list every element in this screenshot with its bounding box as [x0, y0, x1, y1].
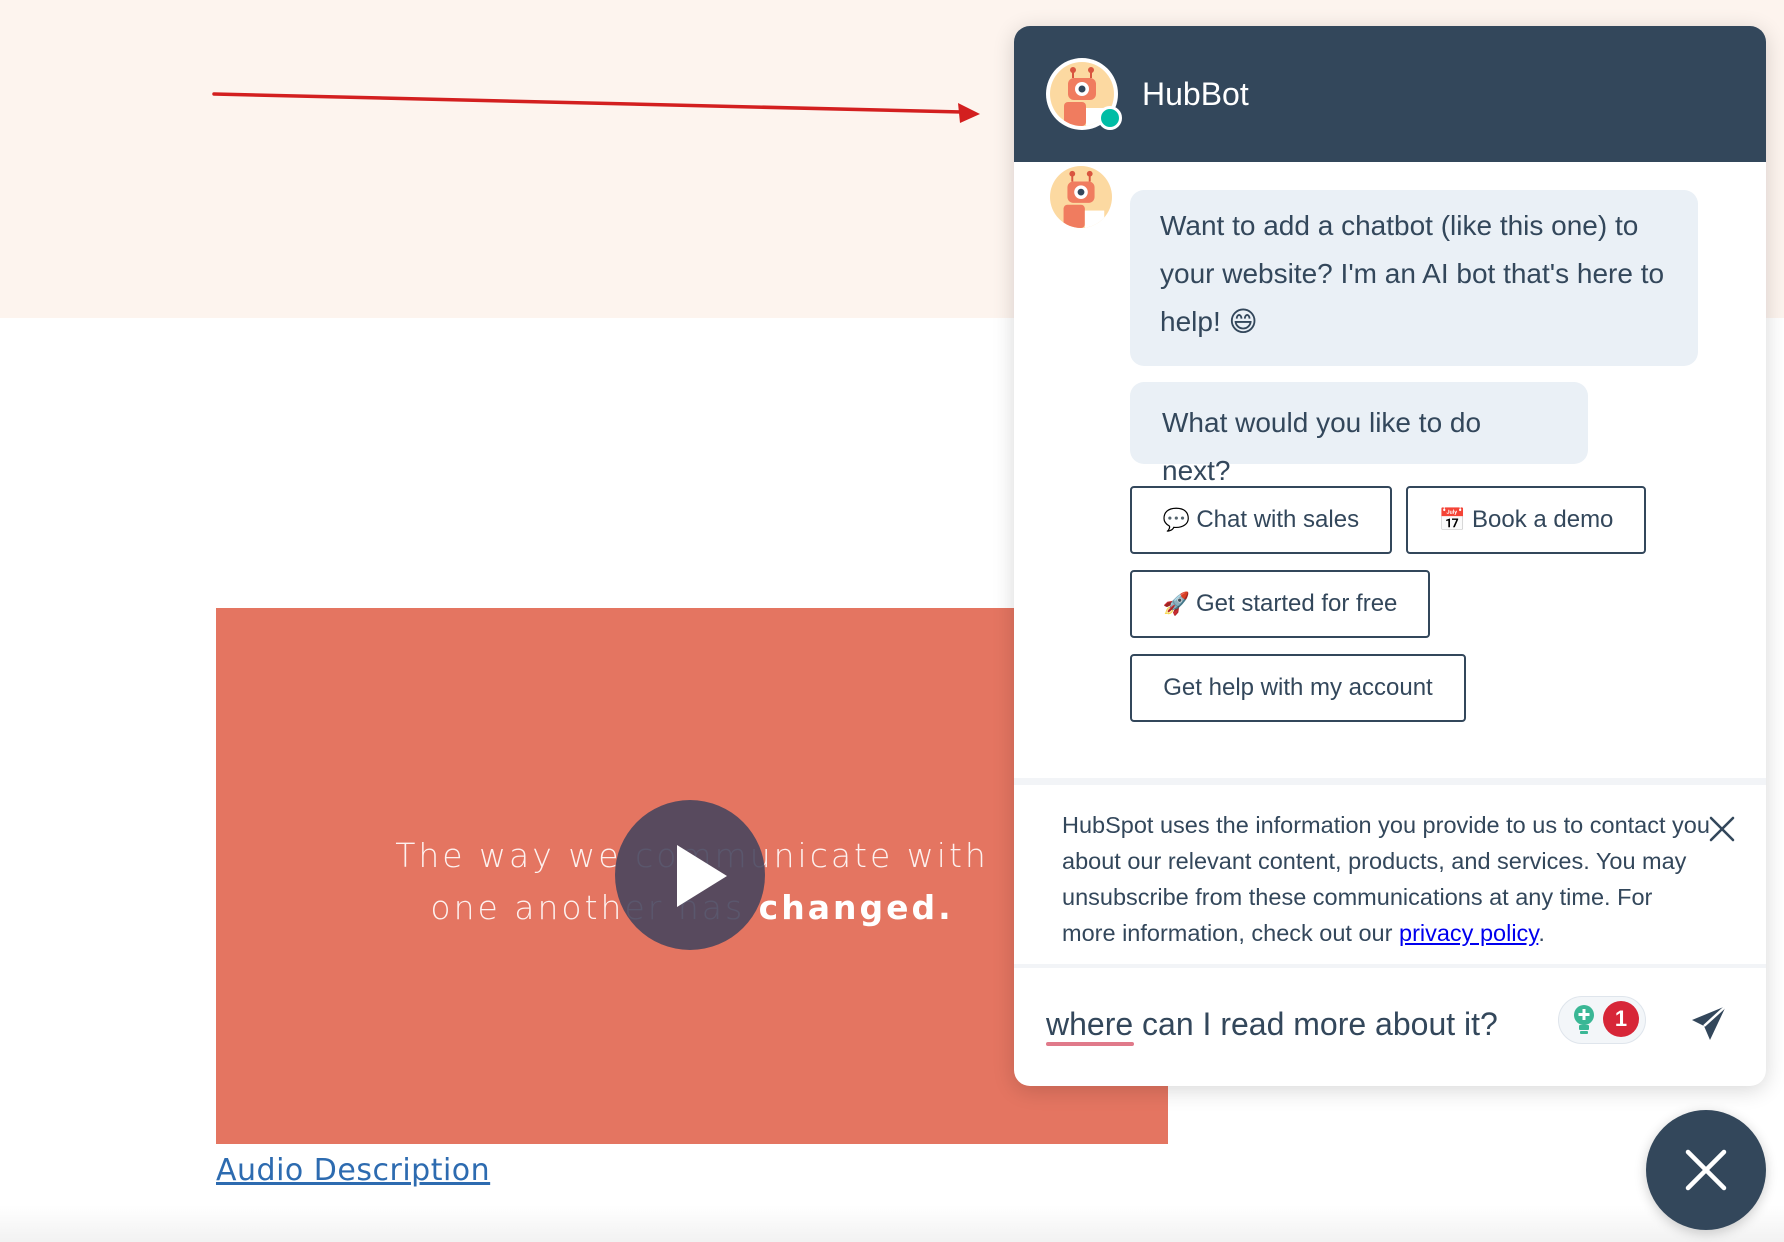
play-icon — [677, 845, 727, 907]
spellcheck-underline — [1046, 1042, 1134, 1046]
lightbulb-icon — [1574, 1005, 1594, 1034]
chat-header: HubBot — [1014, 26, 1766, 162]
quick-reply-label: Get started for free — [1195, 590, 1398, 617]
robot-avatar-icon — [1063, 170, 1105, 228]
account-help-button[interactable]: Get help with my account — [1130, 654, 1466, 722]
bot-message-bubble: Want to add a chatbot (like this one) to… — [1130, 190, 1698, 366]
privacy-notice: HubSpot uses the information you provide… — [1014, 778, 1766, 968]
quick-reply-label: Chat with sales — [1196, 506, 1360, 533]
chat-with-sales-button[interactable]: 💬 Chat with sales — [1130, 486, 1392, 554]
calendar-icon: 📅 — [1438, 507, 1466, 532]
get-started-free-button[interactable]: 🚀 Get started for free — [1130, 570, 1430, 638]
video-caption-line2-bold: changed. — [758, 888, 954, 927]
grammar-assistant-button[interactable]: 1 — [1558, 996, 1646, 1044]
message-composer: 1 — [1014, 968, 1766, 1086]
book-a-demo-button[interactable]: 📅 Book a demo — [1406, 486, 1646, 554]
notification-badge: 1 — [1603, 1001, 1639, 1037]
bot-message-bubble: What would you like to do next? — [1130, 382, 1588, 486]
send-icon[interactable] — [1690, 1004, 1728, 1042]
chat-widget: HubBot Want to add a chatbot (like this … — [1014, 26, 1766, 1086]
audio-description-link[interactable]: Audio Description — [216, 1153, 490, 1188]
privacy-policy-link[interactable]: privacy policy — [1399, 920, 1538, 946]
quick-reply-label: Book a demo — [1471, 506, 1614, 533]
chat-title: HubBot — [1142, 76, 1249, 112]
close-chat-button[interactable] — [1646, 1110, 1766, 1230]
play-button[interactable] — [615, 800, 765, 950]
privacy-notice-body: HubSpot uses the information you provide… — [1062, 812, 1710, 946]
privacy-notice-text: HubSpot uses the information you provide… — [1062, 807, 1712, 951]
rocket-icon: 🚀 — [1162, 591, 1190, 616]
quick-reply-label: Get help with my account — [1163, 674, 1433, 701]
speech-bubble-icon: 💬 — [1162, 507, 1191, 532]
bot-message-avatar — [1050, 166, 1112, 228]
close-icon[interactable] — [1704, 811, 1740, 847]
privacy-notice-suffix: . — [1538, 920, 1545, 946]
close-icon — [1685, 1149, 1727, 1191]
online-status-dot — [1098, 106, 1122, 130]
